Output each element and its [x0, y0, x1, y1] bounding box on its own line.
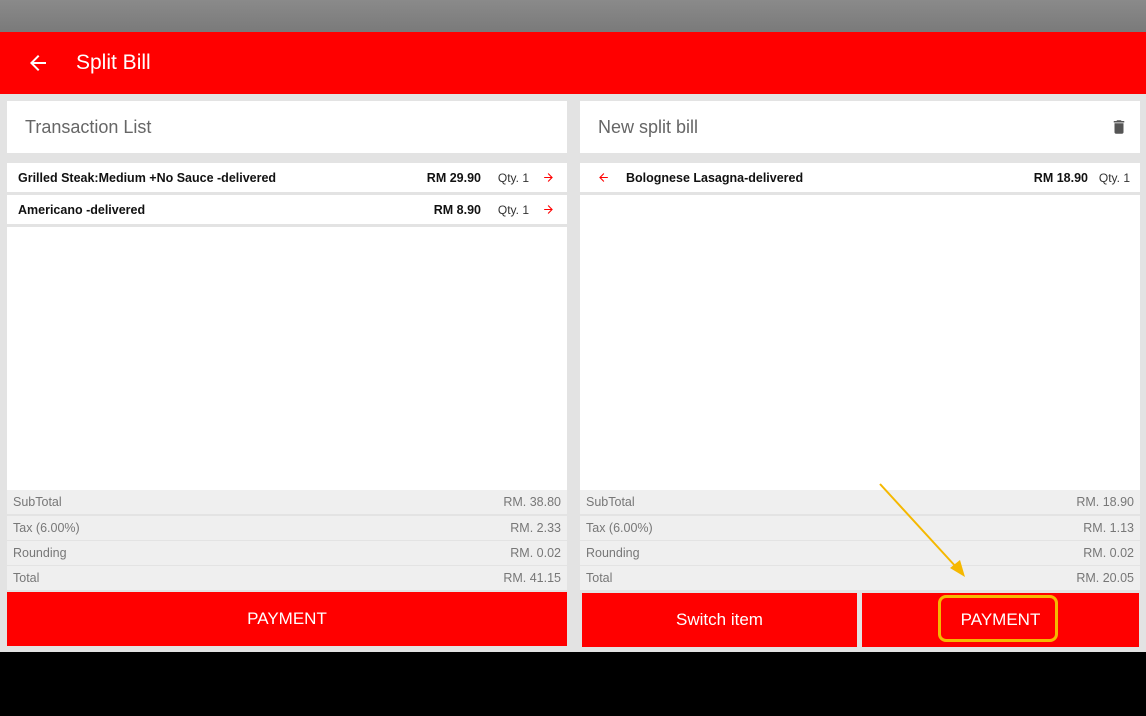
total-row: Total RM. 20.05	[580, 566, 1140, 590]
arrow-left-icon	[30, 55, 46, 71]
system-status-bar	[0, 0, 1146, 32]
list-item[interactable]: Americano -delivered RM 8.90 Qty. 1	[7, 195, 567, 227]
tax-value: RM. 1.13	[1083, 521, 1134, 535]
total-label: Total	[13, 571, 40, 585]
move-left-icon[interactable]	[580, 171, 626, 184]
split-bill-content: Transaction List Grilled Steak:Medium +N…	[0, 94, 1146, 652]
subtotal-value: RM. 18.90	[1076, 495, 1134, 509]
item-price: RM 18.90	[1033, 170, 1088, 185]
total-value: RM. 20.05	[1076, 571, 1134, 585]
subtotal-value: RM. 38.80	[503, 495, 561, 509]
tax-label: Tax (6.00%)	[586, 521, 653, 535]
rounding-row: Rounding RM. 0.02	[580, 541, 1140, 565]
rounding-label: Rounding	[13, 546, 67, 560]
rounding-label: Rounding	[586, 546, 640, 560]
new-split-bill-panel: New split bill Bolognese Lasagna-deliver…	[580, 101, 1140, 647]
subtotal-label: SubTotal	[13, 495, 62, 509]
new-split-bill-title: New split bill	[598, 116, 699, 137]
rounding-value: RM. 0.02	[510, 546, 561, 560]
item-price: RM 29.90	[426, 170, 481, 185]
item-price: RM 8.90	[433, 202, 481, 217]
split-bill-list: Bolognese Lasagna-delivered RM 18.90 Qty…	[580, 163, 1140, 490]
item-qty: Qty. 1	[497, 202, 529, 217]
tax-label: Tax (6.00%)	[13, 521, 80, 535]
move-right-icon[interactable]	[529, 203, 567, 216]
item-name: Bolognese Lasagna-delivered	[626, 170, 804, 185]
tax-value: RM. 2.33	[510, 521, 561, 535]
item-qty: Qty. 1	[497, 170, 529, 185]
move-right-icon[interactable]	[529, 171, 567, 184]
tax-row: Tax (6.00%) RM. 2.33	[7, 516, 567, 540]
payment-button[interactable]: PAYMENT	[7, 592, 567, 646]
tax-row: Tax (6.00%) RM. 1.13	[580, 516, 1140, 540]
list-item[interactable]: Grilled Steak:Medium +No Sauce -delivere…	[7, 163, 567, 195]
total-label: Total	[586, 571, 613, 585]
payment-highlight-box	[938, 595, 1058, 642]
trash-icon[interactable]	[1110, 116, 1128, 138]
rounding-value: RM. 0.02	[1083, 546, 1134, 560]
subtotal-row: SubTotal RM. 38.80	[7, 490, 567, 514]
total-value: RM. 41.15	[503, 571, 561, 585]
item-name: Americano -delivered	[18, 202, 146, 217]
switch-item-button[interactable]: Switch item	[582, 593, 857, 647]
transaction-list: Grilled Steak:Medium +No Sauce -delivere…	[7, 163, 567, 490]
subtotal-label: SubTotal	[586, 495, 635, 509]
transaction-list-header: Transaction List	[7, 101, 567, 153]
back-button[interactable]	[24, 49, 52, 77]
page-title: Split Bill	[76, 51, 151, 74]
app-bar: Split Bill	[0, 32, 1146, 94]
item-name: Grilled Steak:Medium +No Sauce -delivere…	[18, 170, 277, 185]
item-qty: Qty. 1	[1098, 170, 1130, 185]
new-split-bill-header: New split bill	[580, 101, 1140, 153]
subtotal-row: SubTotal RM. 18.90	[580, 490, 1140, 514]
rounding-row: Rounding RM. 0.02	[7, 541, 567, 565]
list-item[interactable]: Bolognese Lasagna-delivered RM 18.90 Qty…	[580, 163, 1140, 195]
total-row: Total RM. 41.15	[7, 566, 567, 590]
transaction-list-panel: Transaction List Grilled Steak:Medium +N…	[7, 101, 567, 646]
